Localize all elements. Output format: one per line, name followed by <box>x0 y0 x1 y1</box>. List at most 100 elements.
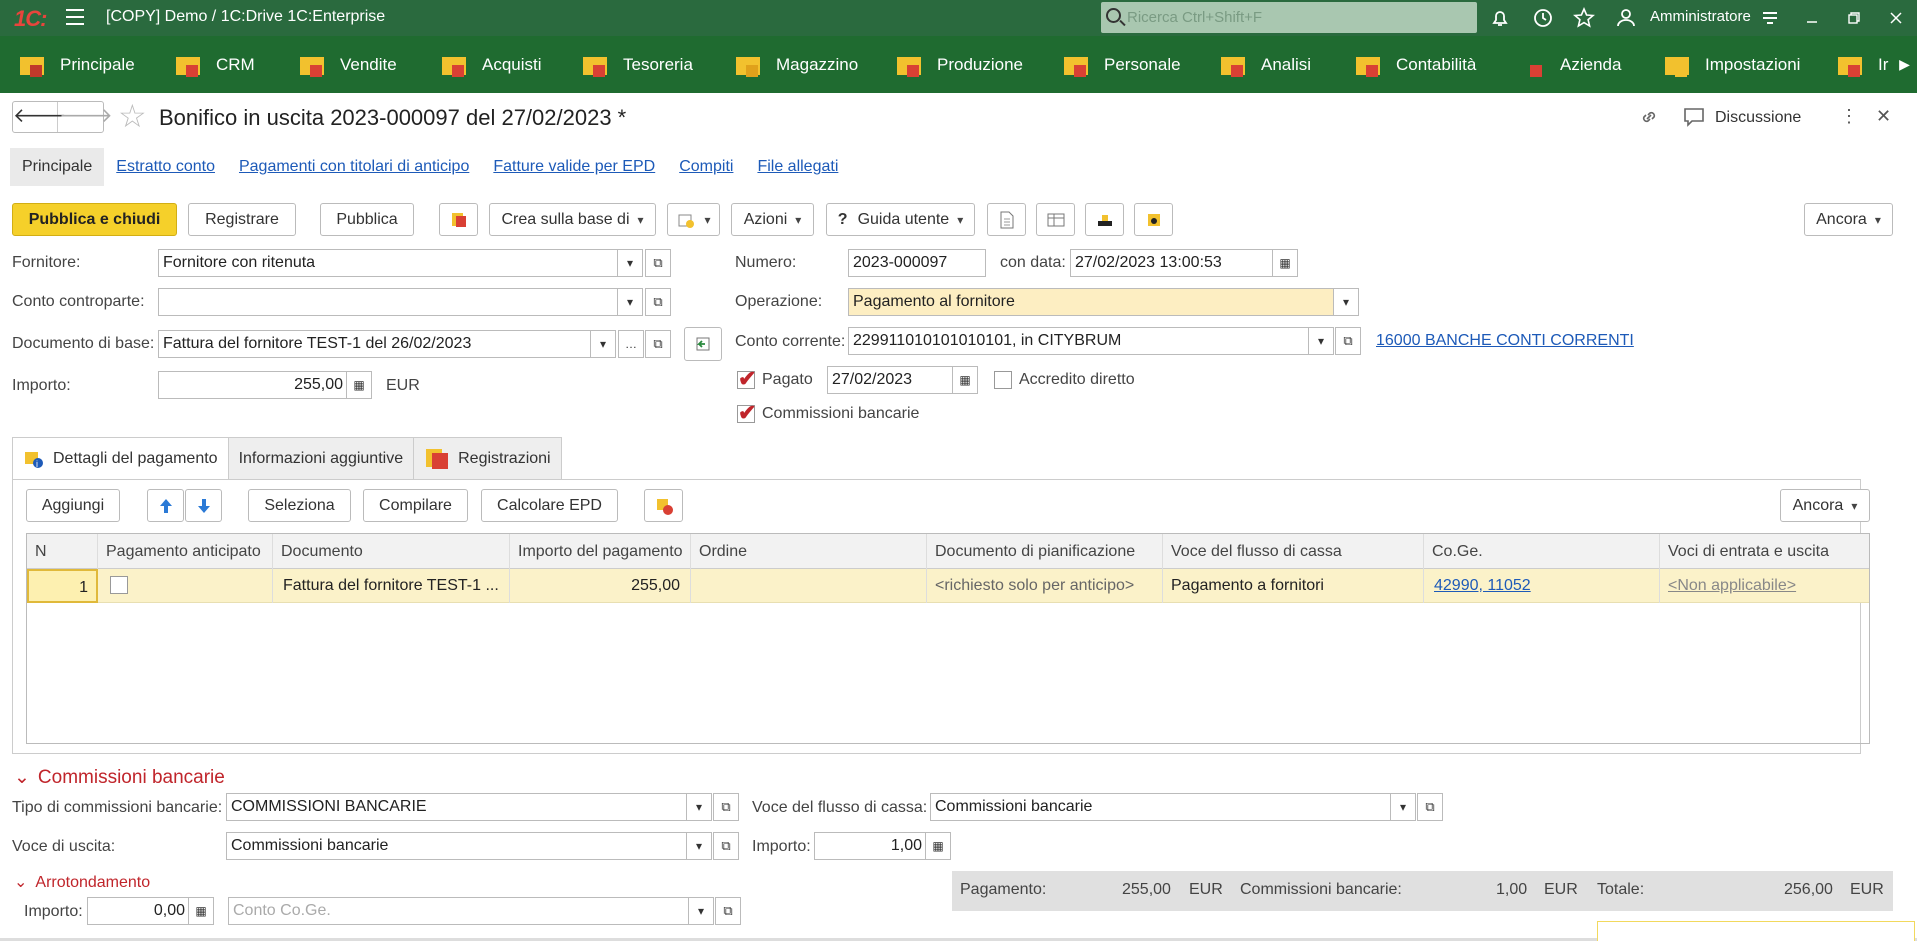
rounding-gl-open-icon[interactable]: ⧉ <box>715 897 741 925</box>
user-icon[interactable] <box>1614 6 1638 30</box>
planning-document-cell[interactable]: <richiesto solo per anticipo> <box>927 569 1163 603</box>
rounding-gl-dropdown-icon[interactable]: ▾ <box>688 897 714 925</box>
bank-fees-checkbox[interactable] <box>737 400 756 426</box>
fee-type-open-icon[interactable]: ⧉ <box>713 793 739 821</box>
create-based-on-button[interactable]: Crea sulla base di <box>489 203 656 236</box>
minimize-icon[interactable] <box>1800 6 1824 30</box>
fee-cash-flow-open-icon[interactable]: ⧉ <box>1417 793 1443 821</box>
operation-dropdown-icon[interactable]: ▾ <box>1333 288 1359 316</box>
column-header[interactable]: Voce del flusso di cassa <box>1163 534 1424 569</box>
document-button[interactable] <box>987 203 1026 236</box>
gl-account-link[interactable]: 42990, 11052 <box>1424 569 1660 603</box>
move-up-button[interactable] <box>147 489 184 522</box>
structure-button[interactable] <box>1085 203 1124 236</box>
section-produzione[interactable]: Produzione <box>895 36 1023 93</box>
close-form-icon[interactable]: ✕ <box>1876 106 1891 127</box>
bank-fees-section-header[interactable]: Commissioni bancarie <box>14 766 225 789</box>
counterparty-account-dropdown-icon[interactable]: ▾ <box>617 288 643 316</box>
attachment-button[interactable] <box>1134 203 1173 236</box>
user-guide-button[interactable]: ? Guida utente <box>826 203 975 236</box>
cash-flow-item-cell[interactable]: Pagamento a fornitori <box>1163 569 1424 603</box>
favorite-star-icon[interactable]: ☆ <box>118 100 147 132</box>
column-header[interactable]: Voci di entrata e uscita <box>1660 534 1869 569</box>
number-field[interactable]: 2023-000097 <box>848 249 986 277</box>
base-document-dropdown-icon[interactable]: ▾ <box>590 330 616 358</box>
fill-button[interactable]: Compilare <box>363 489 468 522</box>
favorites-icon[interactable] <box>1572 6 1596 30</box>
global-search-input[interactable]: Ricerca Ctrl+Shift+F <box>1101 2 1477 33</box>
document-cell[interactable]: Fattura del fornitore TEST-1 ... <box>273 569 510 603</box>
amount-field[interactable]: 255,00 <box>158 371 348 399</box>
section-principale[interactable]: Principale <box>18 36 135 93</box>
calculate-epd-button[interactable]: Calcolare EPD <box>481 489 618 522</box>
base-document-open-icon[interactable]: ⧉ <box>645 330 671 358</box>
supplier-open-icon[interactable]: ⧉ <box>645 249 671 277</box>
register-button[interactable]: Registrare <box>188 203 296 236</box>
user-name[interactable]: Amministratore <box>1650 8 1751 25</box>
tab-registrations[interactable]: Registrazioni <box>413 437 562 479</box>
supplier-dropdown-icon[interactable]: ▾ <box>617 249 643 277</box>
grid-more-button[interactable]: Ancora <box>1780 489 1870 522</box>
bank-account-open-icon[interactable]: ⧉ <box>1335 327 1361 355</box>
back-button[interactable]: 🡐 <box>13 102 67 132</box>
sections-scroll-right-icon[interactable]: ▶ <box>1892 36 1917 93</box>
section-tesoreria[interactable]: Tesoreria <box>581 36 693 93</box>
amount-cell[interactable]: 255,00 <box>510 569 691 603</box>
supplier-field[interactable]: Fornitore con ritenuta <box>158 249 619 277</box>
clear-button[interactable] <box>644 489 683 522</box>
payment-details-table[interactable]: N Pagamento anticipato Documento Importo… <box>26 533 1870 744</box>
fee-amount-field[interactable]: 1,00 <box>814 832 927 860</box>
tab-payment-details[interactable]: i Dettagli del pagamento <box>12 437 229 480</box>
table-view-button[interactable] <box>1036 203 1075 236</box>
rounding-calculator-icon[interactable]: ▦ <box>188 897 214 925</box>
notification-popup[interactable] <box>1597 921 1915 941</box>
discussion-icon[interactable] <box>1683 107 1705 127</box>
rounding-section-header[interactable]: Arrotondamento <box>14 872 150 892</box>
row-number-cell[interactable]: 1 <box>27 569 98 603</box>
section-azienda[interactable]: Azienda <box>1518 36 1621 93</box>
base-document-select-icon[interactable]: … <box>618 330 644 358</box>
section-more[interactable]: Ir <box>1836 36 1888 93</box>
section-acquisti[interactable]: Acquisti <box>440 36 542 93</box>
settings-menu-icon[interactable] <box>1758 6 1782 30</box>
operation-field[interactable]: Pagamento al fornitore <box>848 288 1334 316</box>
calculator-icon[interactable]: ▦ <box>346 371 372 399</box>
counterparty-account-field[interactable] <box>158 288 619 316</box>
rounding-amount-field[interactable]: 0,00 <box>87 897 190 925</box>
advance-payment-checkbox[interactable] <box>110 576 128 594</box>
tab-principale[interactable]: Principale <box>10 148 105 186</box>
forward-button[interactable]: 🡒 <box>59 102 113 132</box>
fee-type-dropdown-icon[interactable]: ▾ <box>686 793 712 821</box>
tab-compiti[interactable]: Compiti <box>667 148 745 186</box>
move-down-button[interactable] <box>185 489 222 522</box>
expense-item-open-icon[interactable]: ⧉ <box>713 832 739 860</box>
column-header[interactable]: Importo del pagamento <box>510 534 691 569</box>
paid-date-calendar-icon[interactable]: ▦ <box>952 366 978 394</box>
tab-estratto-conto[interactable]: Estratto conto <box>104 148 227 186</box>
expense-item-dropdown-icon[interactable]: ▾ <box>686 832 712 860</box>
counterparty-account-open-icon[interactable]: ⧉ <box>645 288 671 316</box>
close-window-icon[interactable] <box>1884 6 1908 30</box>
column-header[interactable]: N <box>27 534 98 569</box>
tab-additional-info[interactable]: Informazioni aggiuntive <box>227 437 415 479</box>
bank-account-dropdown-icon[interactable]: ▾ <box>1308 327 1334 355</box>
order-cell[interactable] <box>691 569 927 603</box>
link-icon[interactable] <box>1638 106 1660 128</box>
section-personale[interactable]: Personale <box>1062 36 1181 93</box>
paid-checkbox[interactable] <box>737 366 756 392</box>
history-icon[interactable] <box>1531 6 1555 30</box>
bank-gl-account-link[interactable]: 16000 BANCHE CONTI CORRENTI <box>1376 332 1634 350</box>
direct-credit-checkbox[interactable] <box>994 371 1012 389</box>
fee-cash-flow-dropdown-icon[interactable]: ▾ <box>1390 793 1416 821</box>
section-vendite[interactable]: Vendite <box>298 36 397 93</box>
column-header[interactable]: Documento di pianificazione <box>927 534 1163 569</box>
restore-icon[interactable] <box>1842 6 1866 30</box>
post-and-close-button[interactable]: Pubblica e chiudi <box>12 203 177 236</box>
bell-icon[interactable] <box>1488 6 1512 30</box>
section-impostazioni[interactable]: Impostazioni <box>1663 36 1800 93</box>
tab-file-allegati[interactable]: File allegati <box>745 148 850 186</box>
post-button[interactable]: Pubblica <box>320 203 414 236</box>
fee-type-field[interactable]: COMMISSIONI BANCARIE <box>226 793 688 821</box>
fee-calculator-icon[interactable]: ▦ <box>925 832 951 860</box>
tab-pagamenti-titolari[interactable]: Pagamenti con titolari di anticipo <box>227 148 481 186</box>
